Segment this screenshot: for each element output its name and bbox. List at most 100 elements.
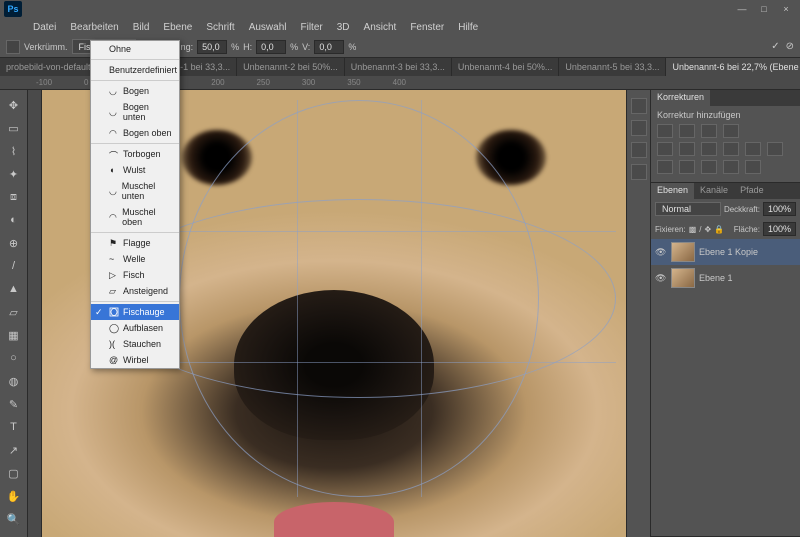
crop-tool[interactable]: ⧈ [3,186,25,208]
heal-tool[interactable]: ⊕ [3,232,25,254]
vibrance-icon[interactable] [657,142,673,156]
lock-label: Fixieren: [655,225,686,234]
visibility-icon[interactable]: 👁 [655,273,667,283]
menu-ebene[interactable]: Ebene [156,22,199,33]
flag-icon: ⚑ [109,238,119,248]
menu-bild[interactable]: Bild [126,22,157,33]
shape-tool[interactable]: ▢ [3,462,25,484]
marquee-tool[interactable]: ▭ [3,117,25,139]
lock-pixels-icon[interactable]: / [699,225,701,234]
fill-input[interactable]: 100% [763,222,796,236]
warp-option[interactable]: @Wirbel [91,352,179,368]
menu-hilfe[interactable]: Hilfe [451,22,485,33]
warp-option[interactable]: ◠Bogen oben [91,125,179,141]
brightness-icon[interactable] [657,124,673,138]
blend-mode-dropdown[interactable]: Normal [655,202,721,216]
properties-panel-icon[interactable] [631,164,647,180]
lock-transparent-icon[interactable]: ▩ [689,225,697,234]
menu-datei[interactable]: Datei [26,22,63,33]
bend-input[interactable]: 50,0 [197,40,227,54]
menu-3d[interactable]: 3D [330,22,357,33]
menu-auswahl[interactable]: Auswahl [242,22,294,33]
cancel-icon[interactable]: ⊘ [786,41,794,52]
gradientmap-icon[interactable] [723,160,739,174]
history-panel-icon[interactable] [631,142,647,158]
close-button[interactable]: × [776,2,796,16]
warp-option[interactable]: )(Stauchen [91,336,179,352]
doc-tab[interactable]: Unbenannt-3 bei 33,3... [345,58,452,76]
warp-option[interactable]: ▷Fisch [91,267,179,283]
colorbalance-icon[interactable] [701,142,717,156]
threshold-icon[interactable] [701,160,717,174]
wand-tool[interactable]: ✦ [3,163,25,185]
dodge-tool[interactable]: ◍ [3,370,25,392]
pen-tool[interactable]: ✎ [3,393,25,415]
warp-option[interactable]: ◡Muschel unten [91,178,179,204]
warp-option[interactable]: ◡Bogen [91,83,179,99]
warp-option[interactable]: ◡Bogen unten [91,99,179,125]
h-input[interactable]: 0,0 [256,40,286,54]
warp-option[interactable]: ~Welle [91,251,179,267]
eyedropper-tool[interactable]: ◐ [3,209,25,231]
doc-tab[interactable]: Unbenannt-5 bei 33,3... [559,58,666,76]
hue-icon[interactable] [679,142,695,156]
warp-option[interactable]: ⚑Flagge [91,235,179,251]
doc-tab-active[interactable]: Unbenannt-6 bei 22,7% (Ebene 1 Kopie, RG… [666,58,800,76]
lock-all-icon[interactable]: 🔒 [714,225,724,234]
gradient-tool[interactable]: ▦ [3,324,25,346]
warp-option[interactable]: ⌒Torbogen [91,146,179,162]
type-tool[interactable]: T [3,416,25,438]
bw-icon[interactable] [723,142,739,156]
menu-filter[interactable]: Filter [294,22,330,33]
path-tool[interactable]: ↗ [3,439,25,461]
zoom-tool[interactable]: 🔍 [3,508,25,530]
minimize-button[interactable]: — [732,2,752,16]
warp-option[interactable]: ◠Muschel oben [91,204,179,230]
kanaele-tab[interactable]: Kanäle [694,183,734,199]
move-tool[interactable]: ✥ [3,94,25,116]
doc-tab[interactable]: Unbenannt-2 bei 50%... [237,58,345,76]
menu-bearbeiten[interactable]: Bearbeiten [63,22,125,33]
eraser-tool[interactable]: ▱ [3,301,25,323]
doc-tab[interactable]: Unbenannt-4 bei 50%... [452,58,560,76]
menu-ansicht[interactable]: Ansicht [357,22,404,33]
stamp-tool[interactable]: ▲ [3,278,25,300]
layer-row[interactable]: 👁 Ebene 1 Kopie [651,239,800,265]
warp-option[interactable]: ▱Ansteigend [91,283,179,299]
arch-icon: ⌒ [109,149,119,159]
adjustments-title: Korrektur hinzufügen [657,110,794,120]
color-panel-icon[interactable] [631,98,647,114]
commit-icon[interactable]: ✓ [771,41,779,52]
curves-icon[interactable] [701,124,717,138]
brush-tool[interactable]: / [3,255,25,277]
visibility-icon[interactable]: 👁 [655,247,667,257]
ebenen-tab[interactable]: Ebenen [651,183,694,199]
exposure-icon[interactable] [723,124,739,138]
photofilter-icon[interactable] [745,142,761,156]
warp-option-selected[interactable]: ✓Fischauge [91,304,179,320]
swatches-panel-icon[interactable] [631,120,647,136]
blur-tool[interactable]: ○ [3,347,25,369]
selective-icon[interactable] [745,160,761,174]
warp-option[interactable]: ◯Aufblasen [91,320,179,336]
channelmixer-icon[interactable] [767,142,783,156]
posterize-icon[interactable] [679,160,695,174]
pfade-tab[interactable]: Pfade [734,183,770,199]
warp-option-none[interactable]: Ohne [91,41,179,57]
warp-option-custom[interactable]: Benutzerdefiniert [91,62,179,78]
lasso-tool[interactable]: ⌇ [3,140,25,162]
lock-position-icon[interactable]: ✥ [704,225,711,234]
invert-icon[interactable] [657,160,673,174]
v-input[interactable]: 0,0 [314,40,344,54]
menu-schrift[interactable]: Schrift [199,22,241,33]
levels-icon[interactable] [679,124,695,138]
opacity-input[interactable]: 100% [763,202,796,216]
right-panels: Korrekturen Korrektur hinzufügen [650,90,800,537]
korrekturen-tab[interactable]: Korrekturen [651,90,710,106]
menu-fenster[interactable]: Fenster [403,22,451,33]
warp-option[interactable]: ◖Wulst [91,162,179,178]
maximize-button[interactable]: □ [754,2,774,16]
hand-tool[interactable]: ✋ [3,485,25,507]
layer-row[interactable]: 👁 Ebene 1 [651,265,800,291]
h-label: H: [243,42,252,52]
